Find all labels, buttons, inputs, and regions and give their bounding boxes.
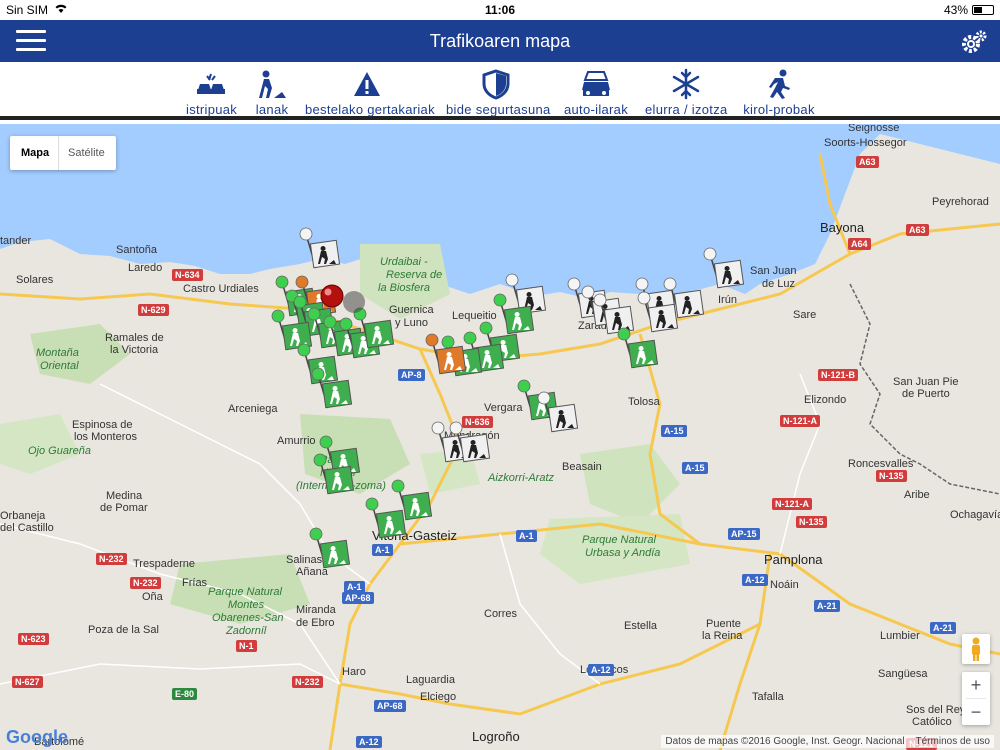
traffic-jam-icon <box>582 71 610 96</box>
filter-roadworks-label: lanak <box>255 102 289 117</box>
zoom-out-button[interactable]: − <box>962 699 990 725</box>
filter-roadworks-button[interactable]: lanak <box>255 68 289 117</box>
runner-icon <box>769 69 790 99</box>
filter-accidents-label: istripuak <box>186 102 238 117</box>
map-attribution: Datos de mapas ©2016 Google, Inst. Geogr… <box>661 735 994 748</box>
map-type-map-button[interactable]: Mapa <box>21 147 49 159</box>
filter-accidents-button[interactable]: istripuak <box>186 68 238 117</box>
google-logo-text: Google <box>6 727 68 747</box>
roadworks-marker[interactable] <box>365 497 407 539</box>
filter-snow-ice-label: elurra / izotza <box>645 102 728 117</box>
traffic-map[interactable]: Seignosse Soorts-Hossegor Peyrehorad Bay… <box>0 124 1000 750</box>
battery-icon <box>972 5 994 15</box>
roadworks-marker[interactable] <box>309 527 351 569</box>
attribution-text: Datos de mapas ©2016 Google, Inst. Geogr… <box>665 736 905 747</box>
map-type-satellite-button[interactable]: Satélite <box>68 147 105 159</box>
navigation-bar: Trafikoaren mapa <box>0 20 1000 62</box>
battery-percent: 43% <box>943 3 968 17</box>
zoom-controls: + − <box>962 672 990 725</box>
snowflake-icon <box>672 68 700 100</box>
car-crash-icon <box>197 73 225 94</box>
settings-gear-icon[interactable] <box>960 28 988 56</box>
street-view-pegman-icon[interactable] <box>962 634 990 664</box>
filter-sport-events-button[interactable]: kirol-probak <box>742 68 816 117</box>
status-bar: Sin SIM 11:06 43% <box>0 0 1000 20</box>
page-title: Trafikoaren mapa <box>429 31 571 51</box>
clock: 11:06 <box>484 3 516 17</box>
filter-other-incidents-button[interactable]: bestelako gertakariak <box>305 68 435 117</box>
roadworks-marker[interactable] <box>703 247 745 289</box>
google-logo: Google <box>6 727 68 748</box>
incident-markers-layer <box>271 227 745 569</box>
filter-sport-events-label: kirol-probak <box>743 102 815 117</box>
filter-other-incidents-label: bestelako gertakariak <box>305 102 435 117</box>
roadworks-marker[interactable] <box>617 327 659 369</box>
map-type-selector: Mapa Satélite <box>10 136 116 170</box>
filter-road-safety-button[interactable]: bide segurtasuna <box>446 68 551 117</box>
category-toolbar: istripuak lanak bestelako gertakariak bi… <box>0 62 1000 120</box>
filter-traffic-jams-button[interactable]: auto-ilarak <box>563 68 629 117</box>
shield-icon <box>482 69 510 100</box>
filter-road-safety-label: bide segurtasuna <box>446 102 551 117</box>
terms-of-use-link[interactable]: Términos de uso <box>916 736 990 747</box>
warning-triangle-icon <box>354 72 380 96</box>
roadworks-marker[interactable] <box>299 227 341 269</box>
road-works-icon <box>259 70 286 98</box>
filter-snow-ice-button[interactable]: elurra / izotza <box>645 68 727 117</box>
zoom-in-button[interactable]: + <box>962 672 990 698</box>
filter-traffic-jams-label: auto-ilarak <box>564 102 628 117</box>
